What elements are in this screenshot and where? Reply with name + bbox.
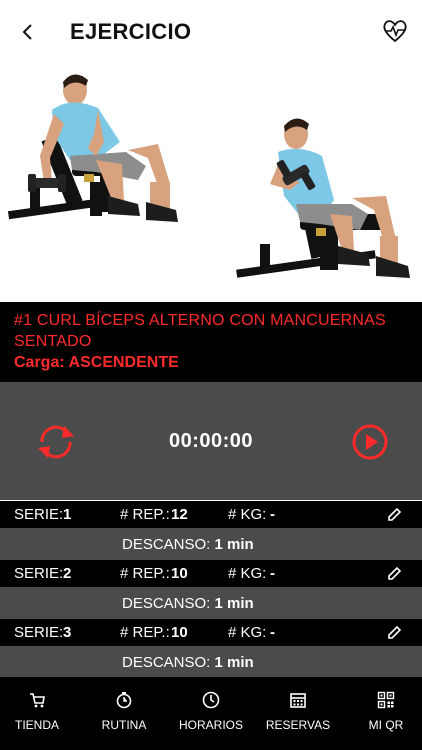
rest-row: DESCANSO: 1 min <box>0 528 422 560</box>
load-label: Carga: <box>14 354 65 371</box>
timer-panel: 00:00:00 <box>0 382 422 500</box>
nav-label: MI QR <box>368 718 404 732</box>
serie-label: SERIE: <box>14 624 64 641</box>
nav-label: RESERVAS <box>265 718 331 732</box>
nav-item-mi-qr[interactable]: MI QR <box>350 677 422 750</box>
serie-number: 2 <box>63 565 72 582</box>
rep-value: 10 <box>171 624 188 641</box>
exercise-info: #1 CURL BÍCEPS ALTERNO CON MANCUERNAS SE… <box>0 302 422 382</box>
serie-label: SERIE: <box>14 565 64 582</box>
nav-item-tienda[interactable]: TIENDA <box>0 677 74 750</box>
serie-number: 3 <box>63 624 72 641</box>
rep-label: # REP.: <box>120 565 170 582</box>
serie-row: SERIE: 3 # REP.: 10 # KG: - <box>0 619 422 646</box>
serie-row: SERIE: 2 # REP.: 10 # KG: - <box>0 560 422 587</box>
rest-row: DESCANSO: 1 min <box>0 646 422 678</box>
app-header: EJERCICIO <box>0 0 422 64</box>
serie-row: SERIE: 1 # REP.: 12 # KG: - <box>0 501 422 528</box>
rep-value: 12 <box>171 506 188 523</box>
bottom-nav: TIENDA RUTINA HORARIOS RESERVAS MI QR <box>0 677 422 750</box>
kg-value: - <box>270 565 275 582</box>
rest-label: DESCANSO: <box>122 595 211 612</box>
cart-icon <box>30 693 45 708</box>
nav-item-rutina[interactable]: RUTINA <box>84 677 164 750</box>
pencil-icon[interactable] <box>386 507 402 523</box>
qr-code-icon <box>377 691 395 709</box>
nav-label: HORARIOS <box>178 718 243 732</box>
page-title: EJERCICIO <box>70 19 192 44</box>
clock-icon <box>202 691 220 709</box>
rest-text: DESCANSO: 1 min <box>122 654 254 671</box>
rest-label: DESCANSO: <box>122 536 211 553</box>
rest-text: DESCANSO: 1 min <box>122 595 254 612</box>
chevron-left-icon[interactable] <box>20 22 36 42</box>
rest-text: DESCANSO: 1 min <box>122 536 254 553</box>
kg-label: # KG: <box>228 506 267 523</box>
exercise-name: #1 CURL BÍCEPS ALTERNO CON MANCUERNAS SE… <box>14 312 386 350</box>
stopwatch-icon <box>116 692 132 709</box>
pencil-icon[interactable] <box>386 566 402 582</box>
kg-label: # KG: <box>228 565 267 582</box>
rep-label: # REP.: <box>120 506 170 523</box>
nav-label: TIENDA <box>14 718 59 732</box>
nav-item-horarios[interactable]: HORARIOS <box>172 677 250 750</box>
exercise-illustration <box>7 74 410 278</box>
rest-value: 1 min <box>214 654 254 671</box>
athlete-right <box>270 118 410 278</box>
serie-label: SERIE: <box>14 506 64 523</box>
rep-value: 10 <box>171 565 188 582</box>
nav-label: RUTINA <box>101 718 147 732</box>
load-value: ASCENDENTE <box>68 354 179 371</box>
nav-item-reservas[interactable]: RESERVAS <box>258 677 338 750</box>
pencil-icon[interactable] <box>386 625 402 641</box>
serie-number: 1 <box>63 506 72 523</box>
rest-row: DESCANSO: 1 min <box>0 587 422 619</box>
rest-value: 1 min <box>214 536 254 553</box>
heart-pulse-icon[interactable] <box>382 18 408 44</box>
rest-value: 1 min <box>214 595 254 612</box>
rep-label: # REP.: <box>120 624 170 641</box>
rest-label: DESCANSO: <box>122 654 211 671</box>
kg-label: # KG: <box>228 624 267 641</box>
calendar-icon <box>290 693 306 708</box>
kg-value: - <box>270 624 275 641</box>
play-circle-icon[interactable] <box>350 422 390 462</box>
exercise-images <box>0 64 422 302</box>
exercise-load: Carga: ASCENDENTE <box>14 352 408 374</box>
kg-value: - <box>270 506 275 523</box>
